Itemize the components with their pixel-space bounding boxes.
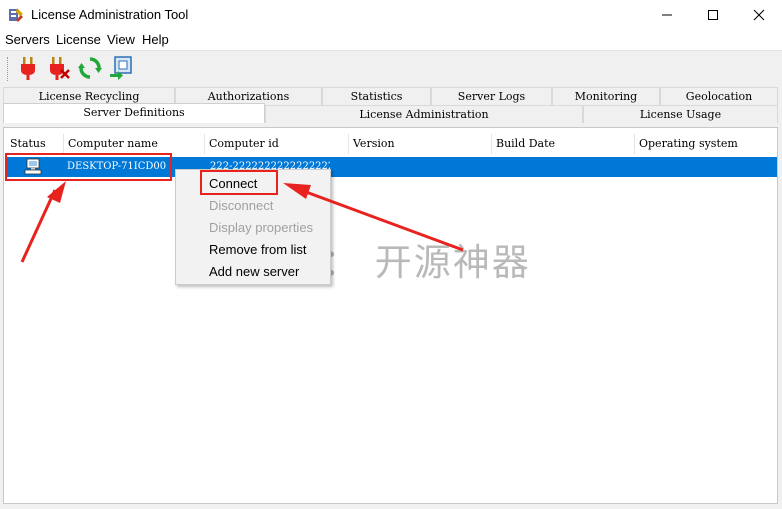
column-header-operating-system[interactable]: Operating system xyxy=(635,134,775,154)
tab-strip: License Recycling Authorizations Statist… xyxy=(0,87,782,125)
export-icon[interactable] xyxy=(109,55,133,81)
tab-license-administration[interactable]: License Administration xyxy=(265,105,583,123)
maximize-button[interactable] xyxy=(690,0,735,30)
app-icon xyxy=(8,7,24,23)
annotation-box-connect xyxy=(200,170,278,195)
tab-server-definitions[interactable]: Server Definitions xyxy=(3,103,265,123)
tab-statistics[interactable]: Statistics xyxy=(322,87,431,105)
window-title: License Administration Tool xyxy=(31,7,189,22)
column-header-version[interactable]: Version xyxy=(349,134,492,154)
tab-server-logs[interactable]: Server Logs xyxy=(431,87,552,105)
column-header-build-date[interactable]: Build Date xyxy=(492,134,635,154)
close-button[interactable] xyxy=(736,0,781,30)
annotation-box-server-row xyxy=(5,153,172,181)
menu-item-display-properties[interactable]: Display properties xyxy=(209,220,313,235)
connect-plug-icon[interactable] xyxy=(16,55,40,81)
toolbar xyxy=(0,50,782,85)
menu-item-disconnect[interactable]: Disconnect xyxy=(209,198,273,213)
menu-license[interactable]: License xyxy=(56,32,101,47)
disconnect-plug-icon[interactable] xyxy=(47,55,71,81)
server-definitions-panel: Status Computer name Computer id Version… xyxy=(3,127,778,504)
minimize-button[interactable] xyxy=(644,0,689,30)
menu-item-remove-from-list[interactable]: Remove from list xyxy=(209,242,307,257)
refresh-icon[interactable] xyxy=(78,55,102,81)
menu-help[interactable]: Help xyxy=(142,32,169,47)
column-header-computer-name[interactable]: Computer name xyxy=(64,134,205,154)
column-header-status[interactable]: Status xyxy=(6,134,64,154)
column-header-computer-id[interactable]: Computer id xyxy=(205,134,349,154)
menu-view[interactable]: View xyxy=(107,32,135,47)
tab-geolocation[interactable]: Geolocation xyxy=(660,87,778,105)
title-bar: License Administration Tool xyxy=(0,0,782,30)
menu-servers[interactable]: Servers xyxy=(5,32,50,47)
toolbar-grip xyxy=(7,57,11,81)
menu-item-add-new-server[interactable]: Add new server xyxy=(209,264,299,279)
tab-monitoring[interactable]: Monitoring xyxy=(552,87,660,105)
tab-license-usage[interactable]: License Usage xyxy=(583,105,778,123)
menu-bar: Servers License View Help xyxy=(0,30,782,50)
